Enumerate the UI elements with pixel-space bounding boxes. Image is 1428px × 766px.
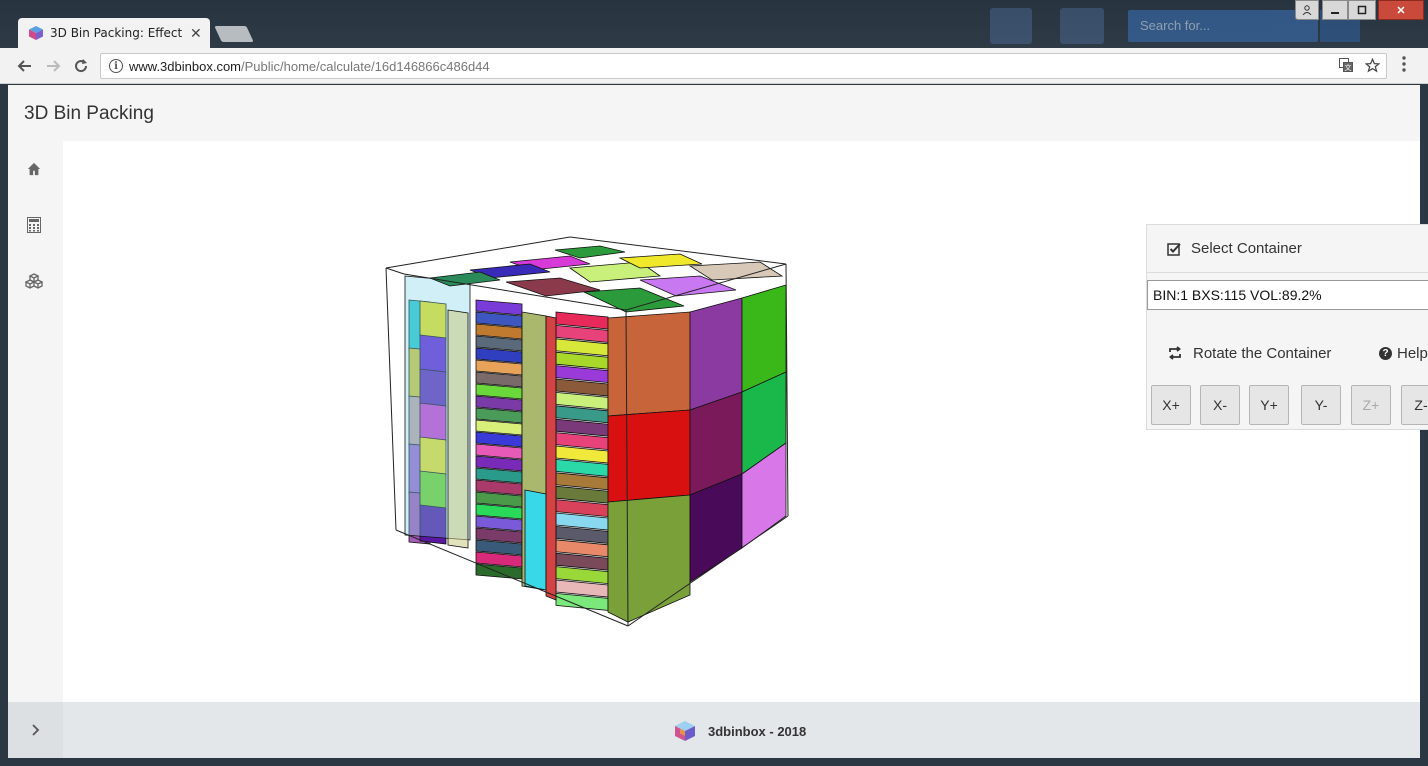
rotate-x-minus-button[interactable]: X- bbox=[1200, 385, 1240, 425]
sidebar-toggle-icon[interactable] bbox=[8, 702, 63, 758]
svg-text:文: 文 bbox=[1345, 63, 1352, 72]
container-panel: Select Container BIN:1 BXS:115 VOL:89.2%… bbox=[1146, 224, 1428, 430]
calculator-icon[interactable] bbox=[24, 215, 44, 235]
new-tab-button[interactable] bbox=[214, 26, 254, 42]
footer: 3dbinbox - 2018 bbox=[8, 702, 1420, 758]
toolbar-extension-icon[interactable] bbox=[1060, 8, 1104, 44]
container-select[interactable]: BIN:1 BXS:115 VOL:89.2% ▼ bbox=[1147, 280, 1428, 310]
home-icon[interactable] bbox=[24, 159, 44, 179]
app-title[interactable]: 3D Bin Packing bbox=[24, 103, 154, 125]
help-link[interactable]: ? Help bbox=[1379, 345, 1428, 362]
search-input[interactable]: Search for... bbox=[1128, 10, 1318, 42]
rotate-row: Rotate the Container ? Help bbox=[1147, 329, 1428, 377]
toolbar-extension-icon[interactable] bbox=[990, 8, 1032, 44]
url-path: /Public/home/calculate/16d146866c486d44 bbox=[241, 58, 490, 74]
help-label: Help bbox=[1397, 344, 1428, 362]
footer-brand: 3dbinbox - 2018 bbox=[674, 720, 806, 742]
main-content: Select Container BIN:1 BXS:115 VOL:89.2%… bbox=[63, 141, 1428, 702]
minimize-button[interactable] bbox=[1322, 0, 1348, 20]
select-container-label: Select Container bbox=[1191, 240, 1302, 257]
packed-box bbox=[545, 315, 557, 601]
url-host: www.3dbinbox.com bbox=[129, 58, 241, 74]
back-arrow-icon[interactable] bbox=[15, 56, 35, 76]
rotate-icon bbox=[1169, 346, 1181, 360]
cube-favicon-icon bbox=[29, 26, 43, 40]
container-edge bbox=[385, 267, 397, 531]
rotate-y-minus-button[interactable]: Y- bbox=[1301, 385, 1341, 425]
tab-title: 3D Bin Packing: Effective bbox=[50, 26, 182, 40]
container-select-value: BIN:1 BXS:115 VOL:89.2% bbox=[1153, 287, 1322, 303]
translate-icon[interactable]: 文 bbox=[1338, 57, 1354, 73]
packed-box bbox=[524, 489, 547, 591]
container-edge bbox=[385, 267, 405, 275]
reload-icon[interactable] bbox=[71, 56, 91, 76]
site-info-icon[interactable]: i bbox=[109, 59, 123, 73]
rotate-x-plus-button[interactable]: X+ bbox=[1151, 385, 1191, 425]
panel-header: Select Container bbox=[1147, 225, 1428, 273]
boxes-icon[interactable] bbox=[24, 271, 44, 291]
cube-logo-icon bbox=[675, 721, 695, 741]
bookmark-star-icon[interactable] bbox=[1364, 57, 1380, 73]
checkbox-icon bbox=[1167, 242, 1181, 256]
user-profile-icon[interactable] bbox=[1295, 0, 1319, 20]
sidebar bbox=[8, 141, 63, 702]
packed-box bbox=[607, 494, 691, 623]
address-bar: i www.3dbinbox.com/Public/home/calculate… bbox=[0, 48, 1428, 84]
rotate-z-minus-button[interactable]: Z- bbox=[1401, 385, 1428, 425]
tab-close-icon[interactable]: ✕ bbox=[190, 25, 202, 42]
forward-arrow-icon[interactable] bbox=[43, 56, 63, 76]
browser-menu-icon[interactable] bbox=[1396, 56, 1412, 76]
rotate-container-text: Rotate the Container bbox=[1193, 344, 1332, 362]
rotate-z-plus-button[interactable]: Z+ bbox=[1351, 385, 1391, 425]
maximize-button[interactable] bbox=[1348, 0, 1376, 20]
question-circle-icon: ? bbox=[1379, 346, 1392, 360]
packed-box bbox=[447, 309, 469, 549]
browser-titlebar: 3D Bin Packing: Effective ✕ Search for..… bbox=[0, 0, 1428, 48]
browser-tab[interactable]: 3D Bin Packing: Effective ✕ bbox=[18, 18, 210, 48]
packed-box bbox=[689, 297, 743, 411]
rotate-container-label: Rotate the Container bbox=[1167, 345, 1331, 362]
packed-box bbox=[607, 311, 691, 417]
app-page: 3D Bin Packing Select Container BIN:1 BX… bbox=[8, 85, 1428, 758]
close-window-button[interactable]: ✕ bbox=[1378, 0, 1424, 20]
footer-text: 3dbinbox - 2018 bbox=[708, 723, 807, 739]
rotate-y-plus-button[interactable]: Y+ bbox=[1249, 385, 1289, 425]
url-field[interactable]: i www.3dbinbox.com/Public/home/calculate… bbox=[100, 53, 1387, 79]
packed-box bbox=[607, 409, 691, 503]
